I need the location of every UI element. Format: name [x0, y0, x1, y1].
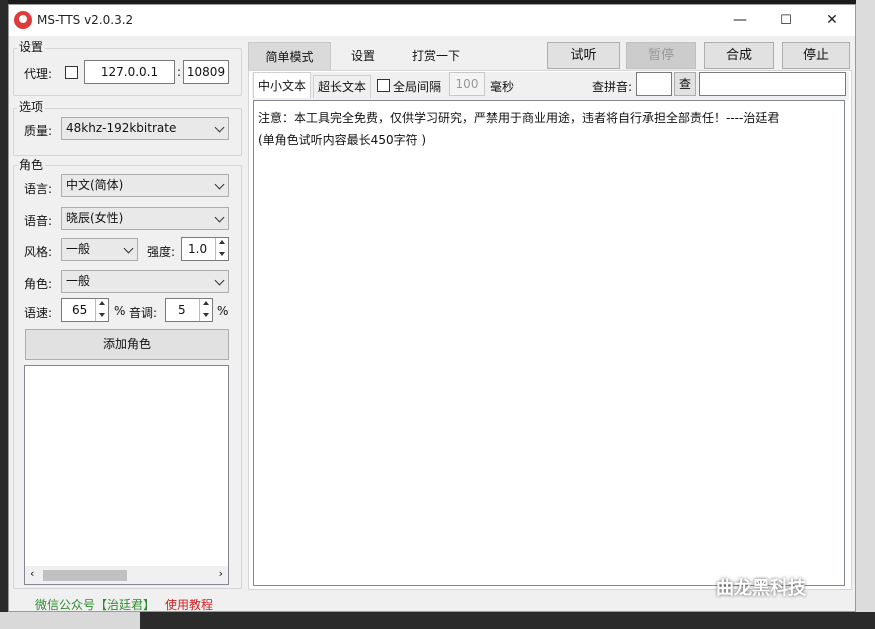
chevron-down-icon: [123, 243, 134, 254]
scroll-left-icon[interactable]: ‹: [30, 567, 34, 580]
intensity-value: 1.0: [188, 242, 208, 256]
title-bar: MS-TTS v2.0.3.2 — ☐ ✕: [9, 5, 855, 36]
editor-limit-line: (单角色试听内容最长450字符 ): [258, 133, 427, 147]
chevron-down-icon: [214, 212, 225, 223]
proxy-port-input[interactable]: 10809: [183, 60, 229, 84]
role-group-label: 角色: [17, 156, 46, 173]
arrow-up-icon: [219, 240, 225, 244]
subtab-short-text[interactable]: 中小文本: [253, 72, 311, 98]
voice-select[interactable]: 晓辰(女性): [61, 207, 229, 230]
text-editor[interactable]: 注意：本工具完全免费，仅供学习研究，严禁用于商业用途，违者将自行承担全部责任！-…: [253, 100, 845, 586]
wechat-link[interactable]: 微信公众号【治廷君】: [35, 596, 155, 613]
tab-donate[interactable]: 打赏一下: [404, 42, 468, 70]
preview-button[interactable]: 试听: [547, 42, 620, 69]
speed-stepper[interactable]: 65: [61, 298, 109, 322]
arrow-down-icon: [219, 252, 225, 256]
editor-notice-line: 注意：本工具完全免费，仅供学习研究，严禁用于商业用途，违者将自行承担全部责任！-…: [258, 111, 780, 125]
background-left-edge: [0, 0, 8, 629]
pinyin-label: 查拼音:: [592, 80, 633, 94]
chevron-down-icon: [214, 122, 225, 133]
subtab-long-text[interactable]: 超长文本: [313, 75, 371, 98]
proxy-checkbox[interactable]: [65, 66, 78, 79]
style-select[interactable]: 一般: [61, 238, 138, 261]
scrollbar-thumb[interactable]: [43, 570, 127, 581]
proxy-separator: :: [177, 65, 182, 79]
pitch-spin-buttons[interactable]: [199, 299, 212, 321]
tab-simple-mode[interactable]: 简单模式: [248, 42, 331, 70]
arrow-down-icon: [99, 313, 105, 317]
proxy-label: 代理:: [24, 67, 53, 81]
voice-label: 语音:: [24, 214, 53, 228]
character-value: 一般: [66, 274, 91, 288]
arrow-up-icon: [203, 301, 209, 305]
language-value: 中文(简体): [66, 178, 124, 192]
synthesize-button[interactable]: 合成: [704, 42, 774, 69]
stop-button[interactable]: 停止: [782, 42, 850, 69]
pinyin-search-button[interactable]: 查: [674, 72, 696, 96]
language-select[interactable]: 中文(简体): [61, 174, 229, 197]
tutorial-link[interactable]: 使用教程: [165, 596, 213, 613]
minimize-button[interactable]: —: [717, 5, 763, 36]
speed-label: 语速:: [24, 306, 53, 320]
arrow-down-icon: [203, 313, 209, 317]
character-label: 角色:: [24, 277, 53, 291]
pitch-stepper[interactable]: 5: [165, 298, 213, 322]
interval-label: 全局间隔: [393, 80, 442, 94]
quality-label: 质量:: [24, 124, 53, 138]
speed-spin-buttons[interactable]: [95, 299, 108, 321]
chevron-down-icon: [214, 275, 225, 286]
speed-unit: %: [114, 304, 126, 318]
intensity-label: 强度:: [147, 245, 176, 259]
tab-settings[interactable]: 设置: [339, 42, 387, 70]
interval-checkbox[interactable]: [377, 79, 390, 92]
arrow-up-icon: [99, 301, 105, 305]
settings-group-label: 设置: [17, 38, 46, 55]
pitch-label: 音调:: [129, 306, 158, 320]
chevron-down-icon: [214, 179, 225, 190]
background-bottom-left-block: [0, 612, 140, 629]
pitch-unit: %: [217, 304, 229, 318]
maximize-button[interactable]: ☐: [763, 5, 809, 36]
intensity-stepper[interactable]: 1.0: [181, 237, 229, 261]
interval-unit: 毫秒: [490, 80, 515, 94]
interval-input[interactable]: 100: [449, 72, 485, 96]
background-right-edge: [856, 0, 875, 629]
intensity-spin-buttons[interactable]: [215, 238, 228, 260]
proxy-host-input[interactable]: 127.0.0.1: [84, 60, 175, 84]
close-button[interactable]: ✕: [809, 5, 855, 36]
speed-value: 65: [72, 303, 88, 317]
role-list-scrollbar[interactable]: ‹ ›: [25, 566, 228, 584]
pause-button[interactable]: 暂停: [626, 42, 696, 69]
options-group-label: 选项: [17, 98, 46, 115]
quality-value: 48khz-192kbitrate: [66, 121, 177, 135]
pinyin-result-field[interactable]: [699, 72, 846, 96]
pitch-value: 5: [178, 303, 186, 317]
add-role-button[interactable]: 添加角色: [25, 329, 229, 360]
style-value: 一般: [66, 242, 91, 256]
watermark-text: 曲龙黑科技: [716, 578, 806, 599]
scroll-right-icon[interactable]: ›: [219, 567, 223, 580]
window-title: MS-TTS v2.0.3.2: [37, 13, 134, 27]
style-label: 风格:: [24, 245, 53, 259]
role-list[interactable]: ‹ ›: [24, 365, 229, 585]
quality-select[interactable]: 48khz-192kbitrate: [61, 117, 229, 140]
voice-value: 晓辰(女性): [66, 211, 124, 225]
language-label: 语言:: [24, 182, 53, 196]
pinyin-input[interactable]: [636, 72, 672, 96]
app-logo-icon: [14, 11, 32, 29]
app-window: MS-TTS v2.0.3.2 — ☐ ✕ 设置 代理: 127.0.0.1 :…: [8, 4, 856, 612]
character-select[interactable]: 一般: [61, 270, 229, 293]
